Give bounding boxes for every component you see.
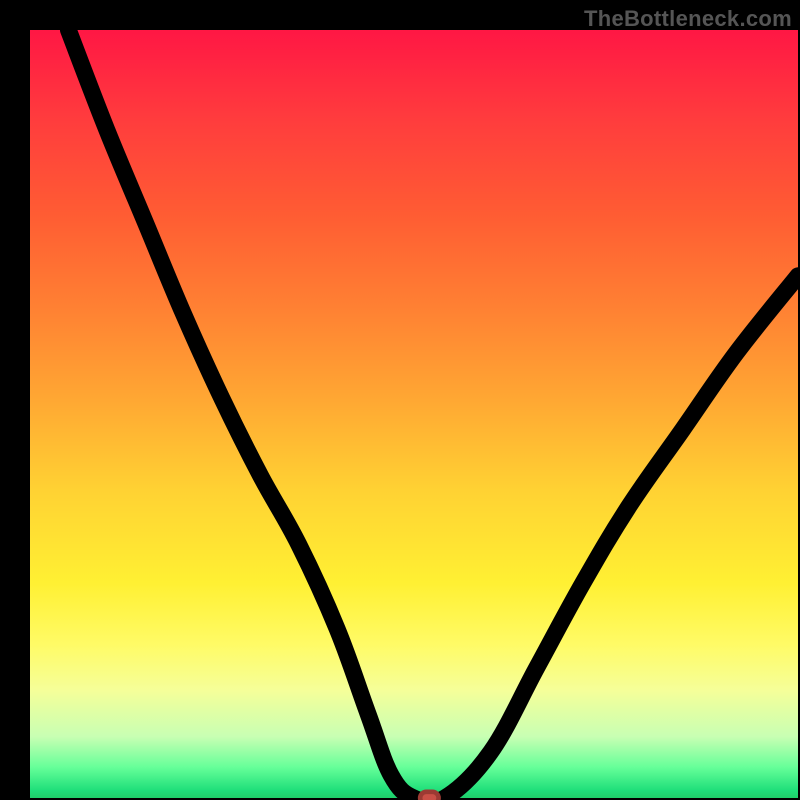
watermark-text: TheBottleneck.com — [584, 6, 792, 32]
curve-svg — [30, 30, 798, 798]
plot-area — [30, 30, 798, 798]
optimal-marker — [420, 792, 438, 800]
bottleneck-curve — [68, 30, 798, 800]
chart-container: TheBottleneck.com — [0, 0, 800, 800]
